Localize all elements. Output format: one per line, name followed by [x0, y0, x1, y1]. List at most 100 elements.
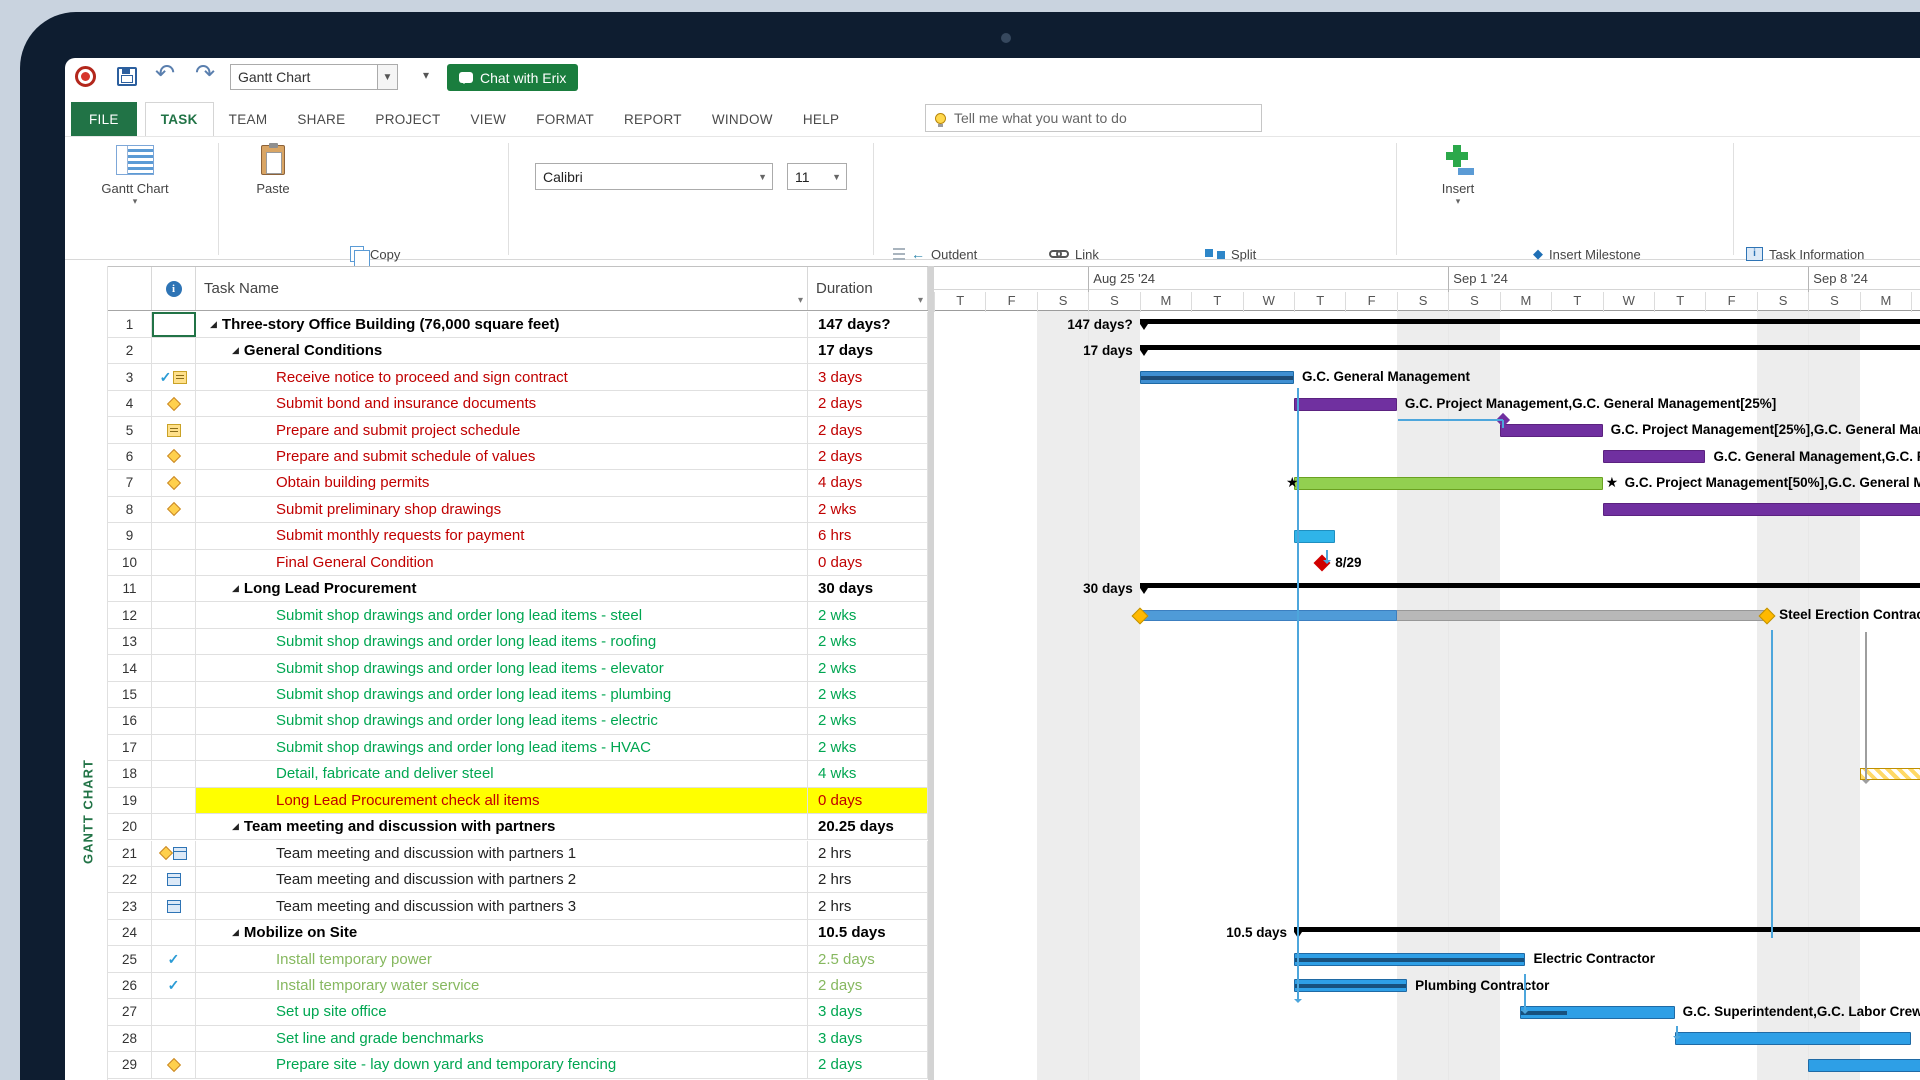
filter-caret-icon[interactable]: ▾ — [918, 295, 923, 306]
row-number-cell[interactable]: 2 — [108, 338, 152, 363]
row-number-cell[interactable]: 4 — [108, 391, 152, 416]
task-name-cell[interactable]: ◢Three-story Office Building (76,000 squ… — [196, 312, 808, 337]
duration-cell[interactable]: 3 days — [808, 364, 928, 389]
row-number-cell[interactable]: 23 — [108, 893, 152, 918]
duration-cell[interactable]: 2 wks — [808, 497, 928, 522]
task-name-cell[interactable]: Submit shop drawings and order long lead… — [196, 655, 808, 680]
task-name-cell[interactable]: ◢Long Lead Procurement — [196, 576, 808, 601]
task-name-cell[interactable]: Obtain building permits — [196, 470, 808, 495]
hatched-bar[interactable] — [1860, 768, 1920, 780]
duration-cell[interactable]: 2 hrs — [808, 867, 928, 892]
task-row[interactable]: 18Detail, fabricate and deliver steel4 w… — [108, 761, 928, 787]
duration-cell[interactable]: 2 hrs — [808, 841, 928, 866]
indicator-cell[interactable] — [152, 920, 196, 945]
duration-cell[interactable]: 2 hrs — [808, 893, 928, 918]
duration-cell[interactable]: 6 hrs — [808, 523, 928, 548]
task-row[interactable]: 5Prepare and submit project schedule2 da… — [108, 417, 928, 443]
task-name-cell[interactable]: Submit shop drawings and order long lead… — [196, 735, 808, 760]
row-number-cell[interactable]: 24 — [108, 920, 152, 945]
task-name-cell[interactable]: ◢Team meeting and discussion with partne… — [196, 814, 808, 839]
duration-cell[interactable]: 30 days — [808, 576, 928, 601]
task-information-button[interactable]: i Task Information — [1746, 242, 1864, 266]
tab-task[interactable]: TASK — [145, 102, 214, 136]
task-bar[interactable] — [1294, 530, 1335, 543]
indicator-cell[interactable] — [152, 338, 196, 363]
task-name-cell[interactable]: Detail, fabricate and deliver steel — [196, 761, 808, 786]
summary-bar[interactable] — [1140, 319, 1920, 324]
row-number-cell[interactable]: 20 — [108, 814, 152, 839]
duration-cell[interactable]: 3 days — [808, 999, 928, 1024]
duration-cell[interactable]: 2 wks — [808, 655, 928, 680]
task-row[interactable]: 9Submit monthly requests for payment6 hr… — [108, 523, 928, 549]
duration-cell[interactable]: 10.5 days — [808, 920, 928, 945]
tab-team[interactable]: TEAM — [214, 102, 283, 136]
task-row[interactable]: 22Team meeting and discussion with partn… — [108, 867, 928, 893]
summary-bar[interactable] — [1140, 583, 1920, 588]
task-name-cell[interactable]: Submit shop drawings and order long lead… — [196, 682, 808, 707]
task-name-cell[interactable]: Long Lead Procurement check all items — [196, 788, 808, 813]
tab-help[interactable]: HELP — [788, 102, 854, 136]
indicator-cell[interactable] — [152, 497, 196, 522]
record-icon[interactable] — [75, 66, 96, 87]
indicator-cell[interactable] — [152, 602, 196, 627]
task-row[interactable]: 27Set up site office3 days — [108, 999, 928, 1025]
duration-cell[interactable]: 3 days — [808, 1026, 928, 1051]
task-name-cell[interactable]: Final General Condition — [196, 550, 808, 575]
duration-cell[interactable]: 2.5 days — [808, 946, 928, 971]
task-name-cell[interactable]: ◢Mobilize on Site — [196, 920, 808, 945]
duration-cell[interactable]: 2 days — [808, 1052, 928, 1077]
task-name-cell[interactable]: Team meeting and discussion with partner… — [196, 893, 808, 918]
task-row[interactable]: 29Prepare site - lay down yard and tempo… — [108, 1052, 928, 1078]
insert-task-button[interactable]: Insert ▾ — [1422, 145, 1494, 207]
tab-report[interactable]: REPORT — [609, 102, 697, 136]
collapse-triangle-icon[interactable]: ◢ — [232, 345, 239, 356]
task-row[interactable]: 24 ◢Mobilize on Site10.5 days — [108, 920, 928, 946]
indicator-cell[interactable] — [152, 550, 196, 575]
summary-bar[interactable] — [1140, 345, 1920, 350]
task-row[interactable]: 4Submit bond and insurance documents2 da… — [108, 391, 928, 417]
indicator-cell[interactable]: ✓ — [152, 973, 196, 998]
row-number-header[interactable] — [108, 267, 152, 310]
task-name-cell[interactable]: Submit shop drawings and order long lead… — [196, 629, 808, 654]
row-number-cell[interactable]: 7 — [108, 470, 152, 495]
task-name-cell[interactable]: Team meeting and discussion with partner… — [196, 867, 808, 892]
duration-cell[interactable]: 4 wks — [808, 761, 928, 786]
indicator-cell[interactable] — [152, 417, 196, 442]
indicator-cell[interactable] — [152, 893, 196, 918]
indicator-column-header[interactable]: i — [152, 267, 196, 310]
task-bar[interactable] — [1294, 398, 1397, 411]
task-name-cell[interactable]: Set up site office — [196, 999, 808, 1024]
save-icon[interactable] — [117, 67, 137, 86]
indicator-cell[interactable] — [152, 1026, 196, 1051]
row-number-cell[interactable]: 25 — [108, 946, 152, 971]
row-number-cell[interactable]: 29 — [108, 1052, 152, 1077]
indicator-cell[interactable] — [152, 576, 196, 601]
task-bar[interactable] — [1603, 450, 1706, 463]
task-bar[interactable] — [1500, 424, 1603, 437]
paste-button[interactable]: Paste — [237, 145, 309, 196]
row-number-cell[interactable]: 1 — [108, 312, 152, 337]
duration-cell[interactable]: 20.25 days — [808, 814, 928, 839]
collapse-triangle-icon[interactable]: ◢ — [232, 821, 239, 832]
task-row[interactable]: 14 Submit shop drawings and order long le… — [108, 655, 928, 681]
task-bar[interactable] — [1808, 1059, 1920, 1072]
task-name-cell[interactable]: Install temporary water service — [196, 973, 808, 998]
indicator-cell[interactable] — [152, 788, 196, 813]
filter-caret-icon[interactable]: ▾ — [798, 295, 803, 306]
collapse-triangle-icon[interactable]: ◢ — [232, 583, 239, 594]
row-number-cell[interactable]: 14 — [108, 655, 152, 680]
task-row[interactable]: 12Submit shop drawings and order long le… — [108, 602, 928, 628]
duration-cell[interactable]: 2 wks — [808, 602, 928, 627]
row-number-cell[interactable]: 12 — [108, 602, 152, 627]
task-row[interactable]: 3✓Receive notice to proceed and sign con… — [108, 364, 928, 390]
outdent-button[interactable]: ← Outdent — [893, 242, 977, 266]
task-row[interactable]: 16Submit shop drawings and order long le… — [108, 708, 928, 734]
task-bar[interactable] — [1294, 477, 1603, 490]
duration-cell[interactable]: 2 days — [808, 973, 928, 998]
indicator-cell[interactable] — [152, 708, 196, 733]
font-name-select[interactable]: Calibri ▼ — [535, 163, 773, 190]
task-row[interactable]: 13Submit shop drawings and order long le… — [108, 629, 928, 655]
duration-cell[interactable]: 2 days — [808, 391, 928, 416]
duration-cell[interactable]: 2 days — [808, 417, 928, 442]
duration-header[interactable]: Duration ▾ — [808, 267, 928, 310]
